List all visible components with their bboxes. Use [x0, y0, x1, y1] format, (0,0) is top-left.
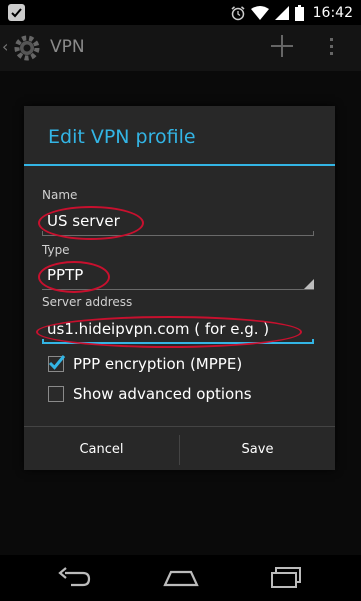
advanced-options-checkbox[interactable]: [48, 386, 64, 402]
recent-apps-icon[interactable]: [270, 567, 302, 589]
server-address-field[interactable]: us1.hideipvpn.com ( for e.g. ): [42, 314, 314, 344]
cancel-button[interactable]: Cancel: [24, 427, 179, 471]
server-address-value: us1.hideipvpn.com ( for e.g. ): [47, 320, 270, 338]
name-field[interactable]: US server: [42, 206, 314, 236]
type-spinner[interactable]: PPTP: [42, 260, 314, 290]
server-address-label: Server address: [42, 295, 133, 309]
home-icon[interactable]: [163, 567, 199, 589]
type-value: PPTP: [47, 266, 84, 284]
name-value: US server: [47, 212, 120, 230]
checkmark-icon: [48, 355, 66, 370]
ppp-encryption-label: PPP encryption (MPPE): [73, 355, 243, 373]
wifi-icon: [250, 6, 269, 20]
name-label: Name: [42, 188, 78, 202]
overflow-menu-icon[interactable]: [329, 37, 335, 57]
signal-icon: [274, 6, 289, 20]
ppp-encryption-row[interactable]: PPP encryption (MPPE): [48, 352, 242, 376]
type-label: Type: [42, 243, 70, 257]
navigation-bar: [0, 555, 361, 601]
notification-check-icon: [8, 4, 25, 21]
status-bar: 16:42: [0, 0, 361, 25]
status-time: 16:42: [312, 5, 353, 21]
title-divider: [24, 164, 335, 166]
add-icon[interactable]: [270, 34, 294, 58]
edit-vpn-dialog: Edit VPN profile Name US server Type PPT…: [24, 106, 335, 470]
up-caret-icon[interactable]: ‹: [2, 37, 8, 56]
battery-icon: [294, 5, 304, 21]
action-bar-title: VPN: [50, 37, 85, 57]
dialog-button-bar: Cancel Save: [24, 426, 335, 471]
gear-icon[interactable]: [12, 33, 42, 63]
advanced-options-label: Show advanced options: [73, 385, 252, 403]
save-button[interactable]: Save: [180, 427, 335, 471]
action-bar: ‹ VPN: [0, 25, 361, 71]
alarm-icon: [231, 6, 245, 21]
ppp-encryption-checkbox[interactable]: [48, 355, 66, 372]
back-icon[interactable]: [57, 567, 91, 589]
advanced-options-row[interactable]: Show advanced options: [48, 382, 252, 406]
dropdown-corner-icon: [304, 279, 314, 289]
dialog-title: Edit VPN profile: [48, 126, 196, 148]
